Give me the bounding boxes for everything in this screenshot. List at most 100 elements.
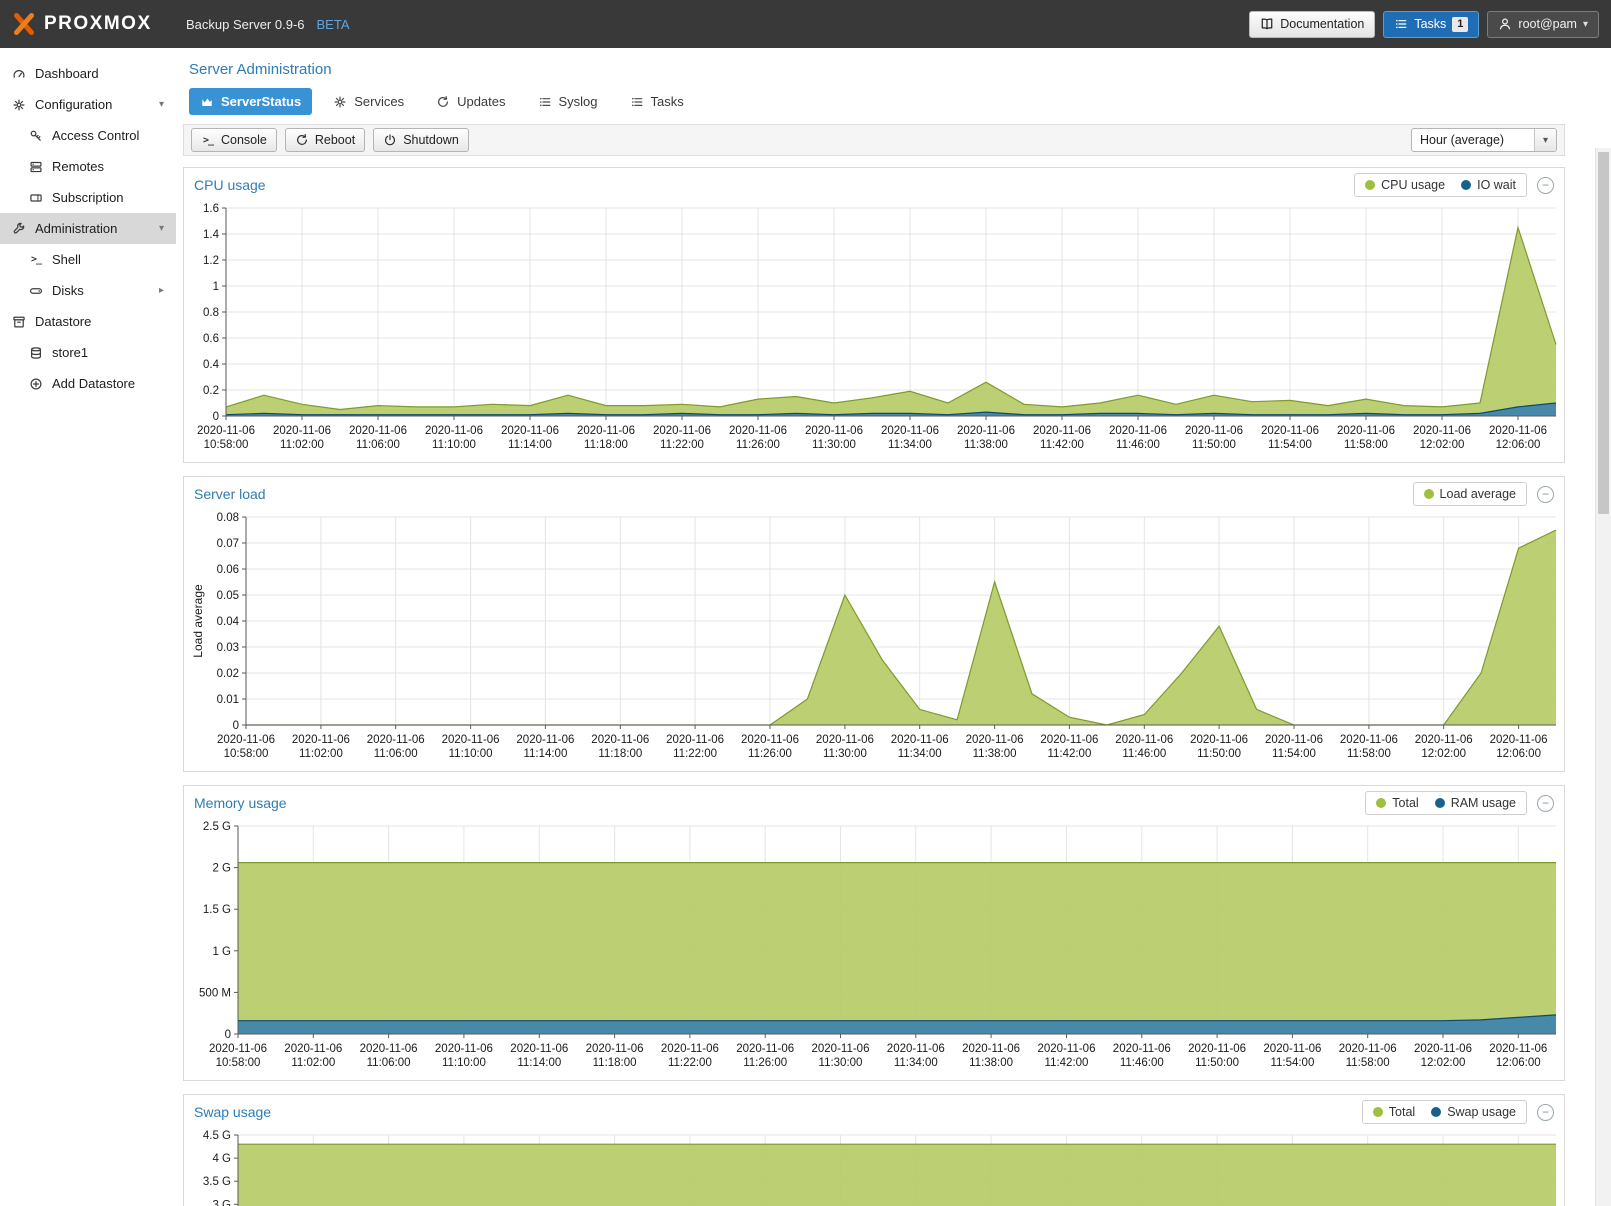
- sidebar-item-datastore[interactable]: Datastore: [0, 306, 176, 337]
- svg-text:10:58:00: 10:58:00: [224, 748, 269, 760]
- chevron-down-icon[interactable]: ▾: [159, 223, 164, 234]
- tasks-icon: [1394, 17, 1408, 31]
- svg-text:11:58:00: 11:58:00: [1347, 748, 1391, 760]
- svg-text:11:02:00: 11:02:00: [291, 1057, 335, 1069]
- svg-text:0.04: 0.04: [217, 616, 240, 628]
- svg-text:11:10:00: 11:10:00: [432, 439, 476, 451]
- chart-legend: TotalRAM usage: [1365, 791, 1527, 815]
- tab-syslog[interactable]: Syslog: [527, 88, 609, 115]
- wrench-icon: [11, 221, 27, 237]
- reboot-button[interactable]: Reboot: [285, 128, 365, 152]
- svg-text:2020-11-06: 2020-11-06: [1185, 425, 1243, 437]
- collapse-panel-icon[interactable]: −: [1537, 486, 1554, 503]
- tab-services[interactable]: Services: [322, 88, 415, 115]
- panel-header: Server load Load average −: [184, 477, 1564, 511]
- sidebar-item-dashboard[interactable]: Dashboard: [0, 58, 176, 89]
- sidebar-item-label: Shell: [52, 252, 81, 267]
- content-area: Server Administration ServerStatus Servic…: [176, 48, 1611, 1206]
- svg-text:4.5 G: 4.5 G: [203, 1130, 231, 1142]
- svg-text:1 G: 1 G: [212, 946, 231, 958]
- svg-text:2020-11-06: 2020-11-06: [586, 1043, 644, 1055]
- svg-text:2.5 G: 2.5 G: [203, 821, 231, 833]
- svg-text:11:18:00: 11:18:00: [598, 748, 642, 760]
- svg-text:11:50:00: 11:50:00: [1192, 439, 1236, 451]
- beta-link[interactable]: BETA: [317, 17, 350, 32]
- collapse-panel-icon[interactable]: −: [1537, 1104, 1554, 1121]
- legend-label: RAM usage: [1451, 796, 1516, 810]
- panel-title: Swap usage: [194, 1104, 271, 1120]
- panel-title: CPU usage: [194, 177, 266, 193]
- sidebar-item-remotes[interactable]: Remotes: [0, 151, 176, 182]
- svg-text:0: 0: [213, 411, 219, 423]
- collapse-panel-icon[interactable]: −: [1537, 795, 1554, 812]
- svg-text:2020-11-06: 2020-11-06: [812, 1043, 870, 1055]
- tab-updates[interactable]: Updates: [425, 88, 516, 115]
- svg-text:11:46:00: 11:46:00: [1122, 748, 1166, 760]
- console-button[interactable]: >_ Console: [191, 128, 277, 152]
- scrollbar-thumb[interactable]: [1598, 152, 1609, 514]
- area-chart-icon: [200, 95, 214, 109]
- svg-text:2020-11-06: 2020-11-06: [1413, 425, 1471, 437]
- svg-text:2020-11-06: 2020-11-06: [425, 425, 483, 437]
- timeframe-select[interactable]: Hour (average) ▾: [1411, 128, 1557, 152]
- sidebar-item-configuration[interactable]: Configuration▾: [0, 89, 176, 120]
- svg-text:11:26:00: 11:26:00: [736, 439, 780, 451]
- sidebar-item-label: Dashboard: [35, 66, 99, 81]
- proxmox-logo-icon: [12, 12, 36, 36]
- svg-text:12:02:00: 12:02:00: [1421, 1057, 1466, 1069]
- svg-text:2020-11-06: 2020-11-06: [736, 1043, 794, 1055]
- sidebar-item-subscription[interactable]: Subscription: [0, 182, 176, 213]
- svg-text:3.5 G: 3.5 G: [203, 1176, 231, 1188]
- sidebar-item-access-control[interactable]: Access Control: [0, 120, 176, 151]
- svg-text:11:46:00: 11:46:00: [1116, 439, 1160, 451]
- svg-text:11:34:00: 11:34:00: [898, 748, 942, 760]
- svg-text:11:58:00: 11:58:00: [1346, 1057, 1390, 1069]
- chevron-down-icon[interactable]: ▾: [159, 99, 164, 110]
- chart-legend: Load average: [1413, 482, 1527, 506]
- panel-title: Server load: [194, 486, 266, 502]
- svg-text:Load average: Load average: [191, 584, 205, 658]
- svg-text:2020-11-06: 2020-11-06: [881, 425, 939, 437]
- page-title: Server Administration: [189, 61, 1565, 78]
- svg-text:0.2: 0.2: [203, 385, 219, 397]
- chevron-right-icon[interactable]: ▸: [159, 285, 164, 296]
- svg-text:2020-11-06: 2020-11-06: [367, 734, 425, 746]
- sidebar-item-store1[interactable]: store1: [0, 337, 176, 368]
- svg-text:2020-11-06: 2020-11-06: [197, 425, 255, 437]
- user-menu-button[interactable]: root@pam ▾: [1487, 11, 1599, 38]
- svg-text:11:38:00: 11:38:00: [969, 1057, 1013, 1069]
- terminal-icon: >_: [28, 252, 44, 268]
- tasks-button[interactable]: Tasks 1: [1383, 11, 1479, 38]
- vertical-scrollbar[interactable]: [1595, 148, 1611, 1206]
- svg-text:2020-11-06: 2020-11-06: [661, 1043, 719, 1055]
- legend-dot: [1365, 180, 1375, 190]
- sidebar-item-label: Administration: [35, 221, 117, 236]
- sidebar-item-label: Datastore: [35, 314, 91, 329]
- tab-serverstatus[interactable]: ServerStatus: [189, 88, 312, 115]
- svg-text:11:06:00: 11:06:00: [356, 439, 400, 451]
- chevron-down-icon: ▾: [1534, 129, 1556, 151]
- chart-legend: CPU usageIO wait: [1354, 173, 1527, 197]
- collapse-panel-icon[interactable]: −: [1537, 177, 1554, 194]
- sidebar: Dashboard Configuration▾Access ControlRem…: [0, 48, 176, 1206]
- terminal-icon: >_: [201, 133, 215, 147]
- shutdown-button[interactable]: Shutdown: [373, 128, 469, 152]
- user-label: root@pam: [1518, 17, 1577, 31]
- legend-label: Load average: [1440, 487, 1516, 501]
- tab-tasks[interactable]: Tasks: [619, 88, 695, 115]
- documentation-button[interactable]: Documentation: [1249, 11, 1375, 38]
- legend-label: Total: [1389, 1105, 1415, 1119]
- sidebar-item-shell[interactable]: >_ Shell: [0, 244, 176, 275]
- sidebar-item-add-datastore[interactable]: Add Datastore: [0, 368, 176, 399]
- chart-server-load: 00.010.020.030.040.050.060.070.082020-11…: [184, 511, 1564, 771]
- svg-text:11:10:00: 11:10:00: [449, 748, 493, 760]
- svg-text:11:14:00: 11:14:00: [523, 748, 567, 760]
- svg-text:11:34:00: 11:34:00: [894, 1057, 938, 1069]
- sidebar-item-disks[interactable]: Disks▸: [0, 275, 176, 306]
- tab-bar: ServerStatus Services Updates Syslog Tasks: [189, 88, 1565, 115]
- toolbar: >_ Console Reboot Shutdown Hour (average…: [183, 124, 1565, 156]
- svg-text:2020-11-06: 2020-11-06: [1261, 425, 1319, 437]
- svg-text:11:18:00: 11:18:00: [593, 1057, 637, 1069]
- sidebar-item-administration[interactable]: Administration ▾: [0, 213, 176, 244]
- svg-text:11:58:00: 11:58:00: [1344, 439, 1388, 451]
